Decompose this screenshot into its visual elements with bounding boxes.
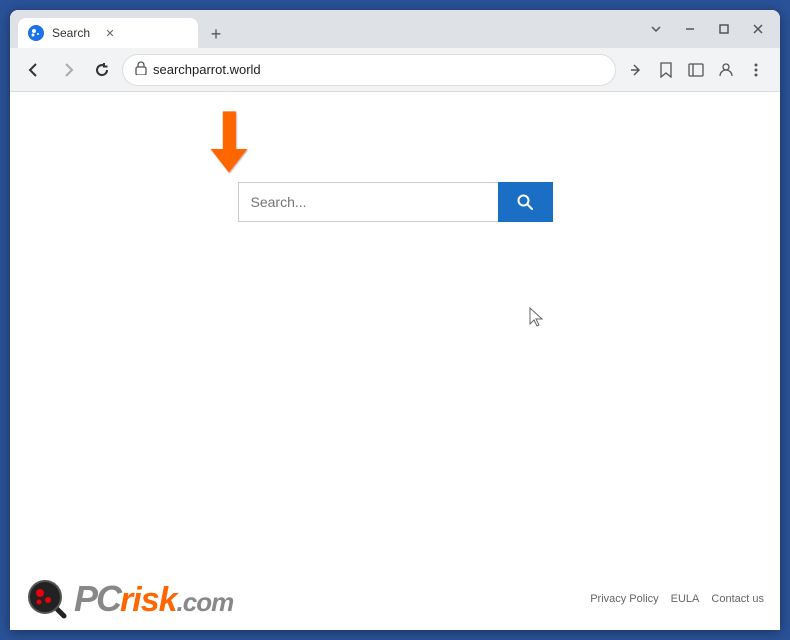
close-button[interactable] (744, 15, 772, 43)
search-button[interactable] (498, 182, 553, 222)
address-text: searchparrot.world (153, 62, 261, 77)
active-tab[interactable]: Search ✕ (18, 18, 198, 48)
forward-button[interactable] (54, 56, 82, 84)
window-controls (642, 15, 772, 43)
cursor-indicator (528, 307, 544, 332)
sidebar-button[interactable] (682, 56, 710, 84)
pcrisk-logo-icon (26, 578, 68, 620)
bookmark-button[interactable] (652, 56, 680, 84)
minimize-button[interactable] (676, 15, 704, 43)
logo-pc: PC (74, 578, 120, 620)
tab-close-button[interactable]: ✕ (102, 25, 118, 41)
address-bar[interactable]: searchparrot.world (122, 54, 616, 86)
footer-links: Privacy Policy EULA Contact us (590, 593, 764, 605)
logo-com: .com (177, 587, 234, 618)
share-button[interactable] (622, 56, 650, 84)
logo-risk: risk (120, 581, 177, 620)
reload-button[interactable] (88, 56, 116, 84)
contact-us-link[interactable]: Contact us (711, 593, 764, 605)
chevron-down-button[interactable] (642, 15, 670, 43)
page-content: PC risk .com Privacy Policy EULA Contact… (10, 92, 780, 630)
lock-icon (135, 61, 147, 78)
footer-logo: PC risk .com (26, 578, 233, 620)
profile-button[interactable] (712, 56, 740, 84)
browser-window: Search ✕ + (10, 10, 780, 630)
nav-actions (622, 56, 770, 84)
search-widget (238, 182, 553, 222)
menu-button[interactable] (742, 56, 770, 84)
logo-text: PC risk .com (74, 578, 233, 620)
new-tab-button[interactable]: + (202, 20, 230, 48)
title-bar: Search ✕ + (10, 10, 780, 48)
main-area (10, 92, 780, 568)
eula-link[interactable]: EULA (671, 593, 700, 605)
navigation-bar: searchparrot.world (10, 48, 780, 92)
page-footer: PC risk .com Privacy Policy EULA Contact… (10, 568, 780, 630)
tab-title: Search (52, 26, 90, 40)
search-input[interactable] (238, 182, 498, 222)
tab-area: Search ✕ + (18, 10, 642, 48)
privacy-policy-link[interactable]: Privacy Policy (590, 593, 658, 605)
annotation-arrow (195, 107, 255, 177)
maximize-button[interactable] (710, 15, 738, 43)
tab-favicon (28, 25, 44, 41)
search-icon (516, 193, 534, 211)
back-button[interactable] (20, 56, 48, 84)
